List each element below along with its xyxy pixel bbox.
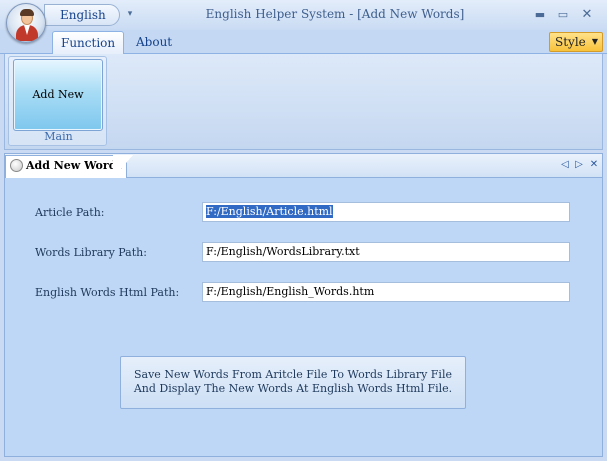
avatar-hair (20, 9, 34, 16)
words-library-path-field[interactable]: F:/English/WordsLibrary.txt (202, 242, 570, 262)
add-new-words-button[interactable]: Add New Words (13, 59, 103, 171)
minimize-icon[interactable]: ▬ (531, 6, 549, 24)
article-path-field[interactable]: F:/English/Article.html (202, 202, 570, 222)
close-icon[interactable]: ✕ (578, 6, 596, 24)
action-button-line1: Save New Words From Aritcle File To Word… (134, 368, 452, 381)
english-words-html-path-value: F:/English/English_Words.htm (206, 285, 375, 298)
scroll-left-icon[interactable]: ◁ (559, 158, 571, 172)
window-title: English Helper System - [Add New Words] (205, 7, 465, 21)
save-and-display-button[interactable]: Save New Words From Aritcle File To Word… (120, 356, 466, 409)
tab-function[interactable]: Function (52, 31, 125, 55)
style-button[interactable]: Style ▼ (549, 32, 603, 52)
language-button[interactable]: English (44, 4, 120, 26)
english-words-html-path-field[interactable]: F:/English/English_Words.htm (202, 282, 570, 302)
dropdown-caret-icon: ▼ (591, 37, 598, 46)
document-tab-edge (113, 155, 133, 178)
document-area: Add New Words ◁ ▷ ✕ Article Path: F:/Eng… (4, 153, 603, 457)
application-menu-button[interactable] (6, 3, 46, 43)
ribbon-panel: Add New Words Main (4, 54, 603, 171)
english-words-html-path-label: English Words Html Path: (35, 286, 180, 299)
document-tab-label: Add New Words (26, 159, 123, 172)
customize-arrow-icon[interactable]: ▾ (126, 8, 134, 20)
tab-about[interactable]: About (128, 31, 180, 55)
words-library-path-label: Words Library Path: (35, 246, 147, 259)
title-bar: English ▾ English Helper System - [Add N… (0, 0, 607, 30)
group-label-main: Main (44, 130, 73, 143)
maximize-icon[interactable]: ▭ (554, 6, 572, 24)
document-tab-strip: Add New Words ◁ ▷ ✕ (5, 154, 602, 178)
style-button-label: Style (555, 35, 586, 49)
close-document-icon[interactable]: ✕ (588, 158, 600, 172)
words-library-path-value: F:/English/WordsLibrary.txt (206, 245, 360, 258)
article-path-value: F:/English/Article.html (206, 205, 333, 218)
document-tab-add-new-words[interactable]: Add New Words (5, 155, 127, 178)
action-button-line2: And Display The New Words At English Wor… (133, 382, 453, 395)
document-icon (10, 159, 23, 172)
scroll-right-icon[interactable]: ▷ (573, 158, 585, 172)
ribbon-tab-bar: Function About Style ▼ (0, 30, 607, 55)
ribbon-group-main: Add New Words Main (8, 56, 107, 171)
article-path-label: Article Path: (35, 206, 105, 219)
